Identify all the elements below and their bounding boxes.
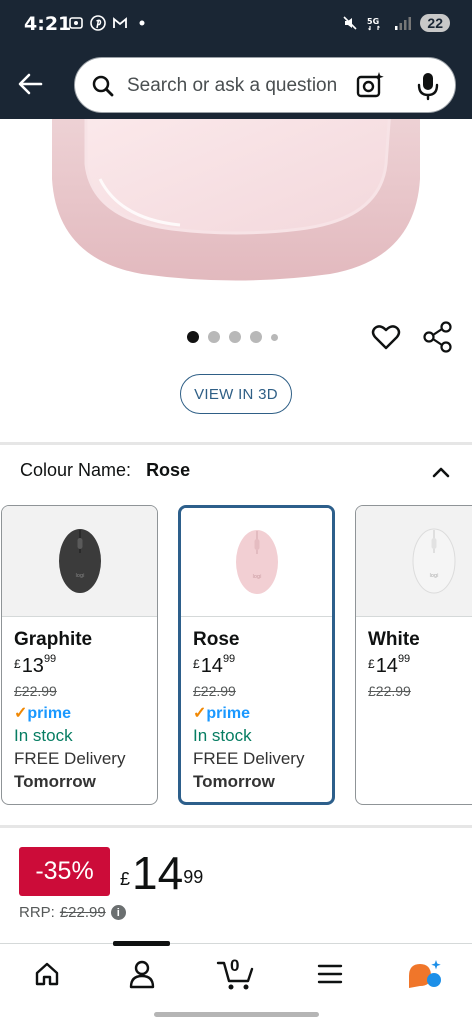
camera-search-icon[interactable] — [355, 71, 385, 101]
cart-count: 0 — [230, 956, 240, 975]
back-button[interactable] — [12, 66, 48, 102]
prime-badge: ✓prime — [14, 705, 71, 722]
carousel-dot[interactable] — [271, 333, 278, 341]
image-carousel-dots[interactable] — [187, 331, 278, 343]
colour-selector-header[interactable]: Colour Name: Rose — [20, 460, 452, 488]
prime-badge: ✓prime — [193, 705, 250, 722]
variant-name: Rose — [193, 629, 240, 650]
info-icon[interactable]: i — [110, 905, 126, 920]
variant-price: £1499 — [368, 653, 411, 677]
variant-card-graphite[interactable]: logi Graphite £1399 £22.99 ✓prime In sto… — [1, 505, 158, 805]
rrp-line: RRP: £22.99 i — [19, 904, 126, 921]
svg-text:5G: 5G — [367, 17, 379, 26]
carousel-dot[interactable] — [187, 331, 199, 343]
product-image-graphic — [52, 119, 420, 281]
delivery-info: FREE Delivery — [14, 749, 126, 768]
carousel-dot[interactable] — [229, 331, 241, 343]
screenshot-icon — [69, 17, 83, 29]
rrp-label: RRP: — [19, 904, 55, 921]
home-icon — [35, 962, 59, 986]
pinterest-icon — [90, 15, 106, 31]
bottom-navigation: 0 — [0, 941, 472, 1003]
product-image[interactable] — [0, 119, 472, 309]
variant-image: logi — [356, 506, 472, 617]
user-icon — [129, 960, 155, 989]
variant-rrp: £22.99 — [193, 683, 236, 699]
variant-rrp: £22.99 — [14, 683, 57, 699]
system-home-indicator[interactable] — [154, 1012, 319, 1017]
carousel-dot[interactable] — [208, 331, 220, 343]
dot-icon — [139, 20, 145, 26]
carousel-dot[interactable] — [250, 331, 262, 343]
app-header — [0, 52, 472, 119]
colour-label: Colour Name: — [20, 460, 132, 480]
status-bar: 4:21 5G 22 — [0, 0, 472, 52]
assistant-icon — [409, 960, 441, 988]
section-divider — [0, 825, 472, 828]
discount-badge: -35% — [19, 847, 110, 896]
wishlist-heart-icon[interactable] — [369, 320, 403, 354]
svg-text:logi: logi — [75, 573, 84, 579]
search-bar[interactable] — [74, 57, 456, 113]
signal-icon — [395, 17, 412, 30]
nav-cart[interactable]: 0 — [214, 956, 258, 992]
nav-home[interactable] — [27, 956, 67, 992]
mouse-graphite-image: logi — [58, 529, 101, 593]
delivery-date: Tomorrow — [14, 772, 96, 791]
view-in-3d-button[interactable]: VIEW IN 3D — [180, 374, 292, 414]
variant-price: £1499 — [193, 653, 236, 677]
delivery-info: FREE Delivery — [193, 749, 305, 768]
search-input[interactable] — [127, 72, 347, 100]
share-icon[interactable] — [421, 320, 455, 354]
active-tab-indicator — [113, 941, 170, 946]
nav-rufus-assistant[interactable] — [405, 956, 445, 992]
delivery-date: Tomorrow — [193, 772, 275, 791]
network-5g-icon: 5G — [367, 17, 381, 31]
variant-image: logi — [181, 508, 332, 617]
variant-name: White — [368, 629, 420, 650]
nav-menu[interactable] — [310, 956, 350, 992]
stock-status: In stock — [14, 726, 73, 745]
app-screen: { "status_bar": { "time": "4:21", "batte… — [0, 0, 472, 1024]
mouse-rose-image: logi — [235, 530, 278, 594]
section-divider — [0, 442, 472, 445]
variant-price: £1399 — [14, 653, 57, 677]
mute-icon — [343, 16, 357, 30]
gmail-icon — [113, 17, 127, 28]
microphone-icon[interactable] — [415, 71, 441, 101]
svg-text:logi: logi — [252, 574, 261, 580]
variant-card-white[interactable]: logi White £1499 £22.99 — [355, 505, 472, 805]
search-icon — [92, 75, 114, 97]
svg-text:logi: logi — [429, 573, 438, 579]
variant-name: Graphite — [14, 629, 93, 650]
battery-level: 22 — [420, 14, 450, 32]
status-system-icons: 5G 22 — [342, 14, 450, 32]
chevron-up-icon[interactable] — [430, 462, 452, 484]
rrp-value: £22.99 — [59, 904, 106, 921]
mouse-white-image: logi — [412, 528, 456, 594]
nav-account[interactable] — [122, 956, 162, 992]
main-price: £1499 — [120, 847, 204, 899]
back-arrow-icon — [18, 73, 43, 95]
colour-value: Rose — [146, 460, 191, 480]
variant-rrp: £22.99 — [368, 683, 411, 699]
status-time: 4:21 — [24, 13, 72, 35]
menu-icon — [317, 964, 343, 984]
variant-card-rose[interactable]: logi Rose £1499 £22.99 ✓prime In stock F… — [178, 505, 335, 805]
variant-image: logi — [2, 506, 157, 617]
stock-status: In stock — [193, 726, 252, 745]
status-notification-icons — [68, 15, 150, 31]
